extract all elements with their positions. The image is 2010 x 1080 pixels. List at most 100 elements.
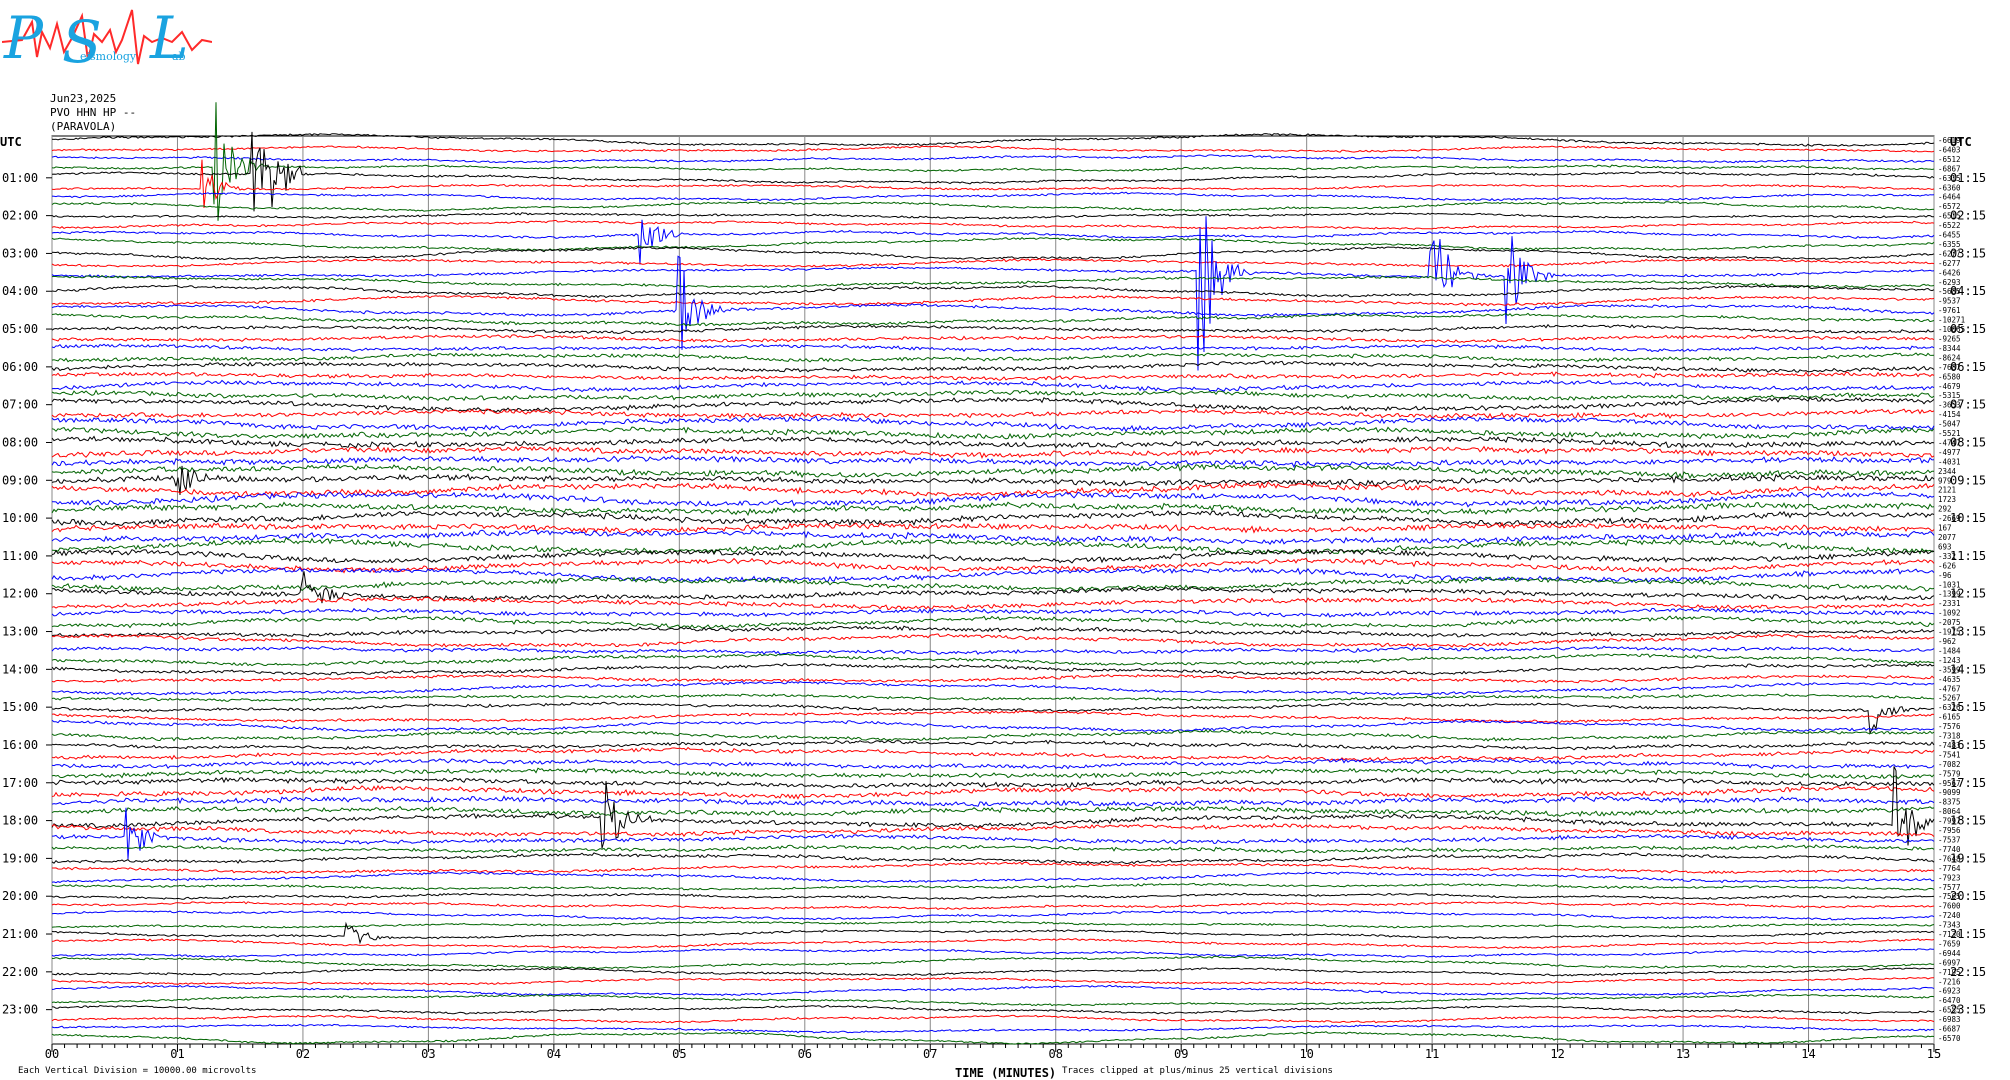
seismic-trace <box>51 201 1935 212</box>
lab-logo: P S L eismology ab <box>2 2 212 76</box>
left-hour-label: 02:00 <box>2 209 38 223</box>
seismic-trace <box>51 948 1935 958</box>
seismic-trace <box>51 805 1935 818</box>
right-hour-label: 01:15 <box>1950 171 1986 185</box>
seismic-trace <box>51 729 1935 742</box>
seismic-trace <box>51 445 1935 459</box>
right-hour-label: 12:15 <box>1950 587 1986 601</box>
seismic-trace <box>51 133 1935 147</box>
left-hour-label: 15:00 <box>2 700 38 714</box>
seismic-trace <box>52 861 1935 875</box>
header-date: Jun23,2025 <box>50 92 117 105</box>
seismic-trace <box>51 625 1935 638</box>
seismic-trace <box>51 295 1935 307</box>
seismic-trace <box>51 1023 1935 1034</box>
right-hour-label: 17:15 <box>1950 776 1986 790</box>
trace-offset-label: -8344 <box>1938 344 1961 353</box>
trace-offset-label: -1484 <box>1938 646 1961 655</box>
seismic-trace <box>51 481 1935 498</box>
left-hour-label: 13:00 <box>2 625 38 639</box>
seismic-trace <box>51 258 1935 268</box>
seismic-trace <box>51 596 1935 611</box>
left-hour-label: 21:00 <box>2 927 38 941</box>
trace-offset-label: -6619 <box>1938 136 1961 145</box>
trace-offset-label: -6687 <box>1938 1025 1961 1034</box>
left-hour-label: 03:00 <box>2 246 38 260</box>
seismic-trace <box>51 882 1935 891</box>
seismic-trace <box>52 807 1935 860</box>
seismic-trace <box>51 967 1934 977</box>
trace-offset-label: -6944 <box>1938 949 1961 958</box>
right-hour-label: 19:15 <box>1950 851 1986 865</box>
right-hour-label: 03:15 <box>1950 246 1986 260</box>
trace-offset-label: -6403 <box>1938 145 1961 154</box>
right-hour-label: 13:15 <box>1950 625 1986 639</box>
right-hour-label: 06:15 <box>1950 360 1986 374</box>
left-hour-label: 04:00 <box>2 284 38 298</box>
trace-offset-label: -5047 <box>1938 420 1961 429</box>
seismic-trace <box>51 463 1934 480</box>
trace-offset-label: -6923 <box>1938 987 1961 996</box>
header-location: (PARAVOLA) <box>50 120 117 133</box>
right-hour-label: 21:15 <box>1950 927 1986 941</box>
seismic-trace <box>51 379 1935 393</box>
trace-offset-label: -7923 <box>1938 873 1961 882</box>
seismic-trace <box>51 212 1935 220</box>
seismic-trace <box>51 615 1935 629</box>
trace-offset-label: -96 <box>1938 571 1952 580</box>
left-hour-label: 07:00 <box>2 398 38 412</box>
trace-offset-label: 1723 <box>1938 495 1956 504</box>
seismic-trace <box>51 557 1935 574</box>
left-hour-label: 08:00 <box>2 435 38 449</box>
seismic-trace <box>51 191 1935 202</box>
left-hour-label: 17:00 <box>2 776 38 790</box>
seismic-trace <box>51 710 1935 724</box>
right-hour-label: 22:15 <box>1950 965 1986 979</box>
seismic-trace <box>51 776 1935 789</box>
seismic-trace <box>51 529 1935 546</box>
left-hour-label: 14:00 <box>2 662 38 676</box>
seismic-trace <box>51 852 1935 865</box>
seismic-trace <box>51 645 1935 655</box>
seismic-trace <box>51 767 1935 780</box>
seismic-trace <box>51 938 1935 949</box>
right-hour-label: 15:15 <box>1950 700 1986 714</box>
left-hour-label: 22:00 <box>2 965 38 979</box>
seismic-trace <box>51 145 1935 153</box>
logo-subtitle-right: ab <box>172 50 186 63</box>
right-hour-label: 18:15 <box>1950 814 1986 828</box>
right-hour-label: 23:15 <box>1950 1003 1986 1017</box>
right-hour-label: 10:15 <box>1950 511 1986 525</box>
seismic-trace <box>51 746 1935 762</box>
seismic-trace <box>51 408 1935 420</box>
seismic-trace <box>51 795 1935 807</box>
seismic-trace <box>51 663 1935 676</box>
right-hour-label: 02:15 <box>1950 209 1986 223</box>
right-hour-label: 04:15 <box>1950 284 1986 298</box>
seismic-trace <box>51 521 1935 534</box>
seismic-trace <box>51 154 1935 164</box>
seismic-trace <box>51 976 1934 986</box>
seismic-trace <box>51 454 1935 469</box>
seismic-trace <box>51 352 1935 363</box>
right-hour-label: 14:15 <box>1950 662 1986 676</box>
left-hour-label: 05:00 <box>2 322 38 336</box>
left-hour-label: 12:00 <box>2 587 38 601</box>
seismic-trace <box>51 219 1935 230</box>
trace-offset-label: -6426 <box>1938 268 1961 277</box>
seismic-trace <box>51 501 1935 517</box>
seismic-trace <box>51 426 1935 440</box>
seismic-trace <box>51 920 1935 929</box>
clip-note: Traces clipped at plus/minus 25 vertical… <box>1062 1066 1333 1076</box>
seismic-trace <box>51 892 1935 901</box>
seismic-trace <box>51 680 1935 696</box>
seismic-trace <box>51 1014 1935 1024</box>
trace-offset-label: 2077 <box>1938 533 1956 542</box>
seismic-trace <box>51 371 1935 381</box>
left-hour-label: 19:00 <box>2 851 38 865</box>
seismic-trace <box>51 465 1935 496</box>
left-hour-label: 20:00 <box>2 889 38 903</box>
scale-note: Each Vertical Division = 10000.00 microv… <box>18 1066 257 1076</box>
right-hour-label: 05:15 <box>1950 322 1986 336</box>
left-axis-label: UTC <box>0 135 22 149</box>
